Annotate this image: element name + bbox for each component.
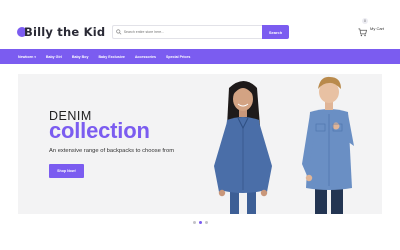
- nav-item-label: Newborn: [18, 54, 34, 59]
- nav-item-newborn[interactable]: Newborn ▾: [18, 55, 36, 59]
- nav-item-baby-exclusive[interactable]: Baby Exclusive: [98, 55, 124, 59]
- search-input[interactable]: [123, 30, 262, 34]
- search-button[interactable]: Search: [262, 25, 289, 39]
- hero-kids-image: [194, 74, 382, 214]
- nav-item-label: Baby Exclusive: [98, 54, 125, 59]
- slider-pagination: [193, 221, 211, 224]
- nav-item-baby-boy[interactable]: Baby Boy: [72, 55, 89, 59]
- search-bar: Search: [112, 25, 289, 39]
- hero-banner: DENIM collection An extensive range of b…: [18, 74, 382, 214]
- main-navigation: Newborn ▾ Baby Girl Baby Boy Baby Exclus…: [0, 49, 400, 64]
- slider-dot-active[interactable]: [199, 221, 202, 224]
- shop-now-button[interactable]: Shop Now!: [49, 164, 84, 178]
- search-icon: [116, 29, 122, 35]
- slider-dot[interactable]: [205, 221, 208, 224]
- shopping-cart-icon: [358, 28, 368, 37]
- hero-description: An extensive range of backpacks to choos…: [49, 148, 175, 154]
- hero-title: collection: [49, 118, 150, 143]
- cart-label: My Cart: [370, 26, 384, 31]
- search-field[interactable]: [112, 25, 262, 39]
- cart-link[interactable]: 0 My Cart: [358, 18, 384, 37]
- logo-text: Billy the Kid: [24, 25, 106, 39]
- nav-item-label: Baby Girl: [45, 54, 62, 59]
- cart-icon-wrap: 0: [358, 18, 368, 37]
- nav-item-special-prices[interactable]: Special Prices: [166, 55, 190, 59]
- chevron-down-icon: ▾: [34, 54, 36, 59]
- logo[interactable]: Billy the Kid: [17, 22, 105, 42]
- cart-count-badge: 0: [362, 18, 368, 24]
- slider-dot[interactable]: [193, 221, 196, 224]
- nav-item-accessories[interactable]: Accessories: [135, 55, 156, 59]
- nav-item-label: Special Prices: [166, 54, 191, 59]
- nav-item-baby-girl[interactable]: Baby Girl: [46, 55, 62, 59]
- nav-item-label: Baby Boy: [71, 54, 89, 59]
- nav-item-label: Accessories: [134, 54, 157, 59]
